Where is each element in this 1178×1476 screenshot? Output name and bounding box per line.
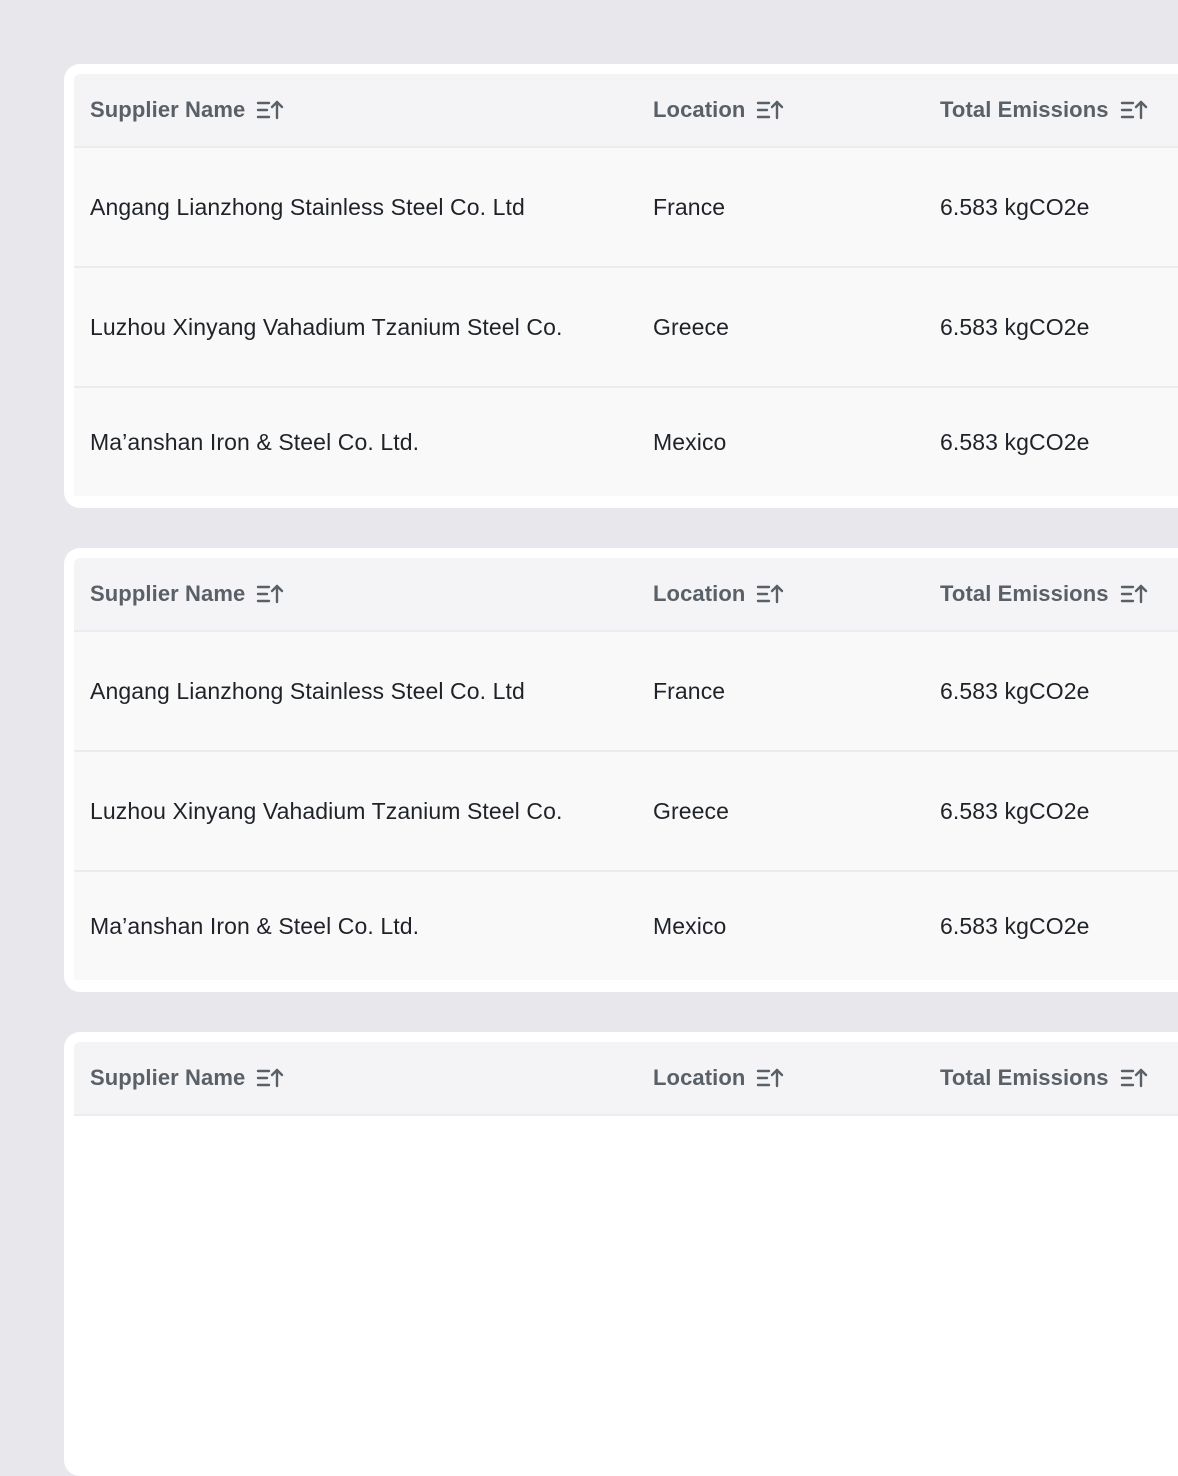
total-emissions-cell: 6.583 kgCO2e [940, 313, 1090, 340]
supplier-name-cell: Ma’anshan Iron & Steel Co. Ltd. [90, 428, 420, 455]
total-emissions-cell: 6.583 kgCO2e [940, 428, 1090, 455]
column-header-location[interactable]: Location [653, 74, 784, 146]
sort-ascending-icon[interactable] [756, 1067, 784, 1089]
total-emissions-cell: 6.583 kgCO2e [940, 193, 1090, 220]
column-header-total-emissions[interactable]: Total Emissions [940, 1042, 1148, 1114]
supplier-table-card-2: Supplier Name Location Total Emissions A… [64, 548, 1178, 992]
supplier-name-cell: Angang Lianzhong Stainless Steel Co. Ltd [90, 193, 525, 220]
column-header-label: Total Emissions [940, 97, 1109, 122]
supplier-table: Supplier Name Location Total Emissions A… [74, 558, 1178, 980]
table-row[interactable]: Ma’anshan Iron & Steel Co. Ltd. Mexico 6… [74, 388, 1178, 496]
location-cell: Mexico [653, 428, 727, 455]
table-row[interactable]: Angang Lianzhong Stainless Steel Co. Ltd… [74, 148, 1178, 268]
sort-ascending-icon[interactable] [1120, 99, 1148, 121]
supplier-name-cell: Ma’anshan Iron & Steel Co. Ltd. [90, 912, 420, 939]
total-emissions-cell: 6.583 kgCO2e [940, 797, 1090, 824]
table-row[interactable]: Angang Lianzhong Stainless Steel Co. Ltd… [74, 632, 1178, 752]
supplier-name-cell: Luzhou Xinyang Vahadium Tzanium Steel Co… [90, 797, 563, 824]
location-cell: Greece [653, 797, 730, 824]
sort-ascending-icon[interactable] [756, 583, 784, 605]
column-header-total-emissions[interactable]: Total Emissions [940, 558, 1148, 630]
supplier-table: Supplier Name Location Total Emissions [74, 1042, 1178, 1116]
column-header-label: Total Emissions [940, 1065, 1109, 1090]
sort-ascending-icon[interactable] [256, 583, 284, 605]
column-header-label: Supplier Name [90, 581, 246, 606]
sort-ascending-icon[interactable] [1120, 583, 1148, 605]
sort-ascending-icon[interactable] [256, 99, 284, 121]
location-cell: France [653, 677, 726, 704]
location-cell: France [653, 193, 726, 220]
column-header-label: Location [653, 1065, 746, 1090]
table-row[interactable]: Luzhou Xinyang Vahadium Tzanium Steel Co… [74, 752, 1178, 872]
column-header-label: Total Emissions [940, 581, 1109, 606]
column-header-label: Supplier Name [90, 97, 246, 122]
column-header-location[interactable]: Location [653, 558, 784, 630]
supplier-table-card-3: Supplier Name Location Total Emissions [64, 1032, 1178, 1476]
sort-ascending-icon[interactable] [756, 99, 784, 121]
supplier-table-card-1: Supplier Name Location Total Emissions A… [64, 64, 1178, 508]
column-header-location[interactable]: Location [653, 1042, 784, 1114]
column-header-label: Location [653, 97, 746, 122]
column-header-total-emissions[interactable]: Total Emissions [940, 74, 1148, 146]
column-header-supplier-name[interactable]: Supplier Name [90, 558, 284, 630]
column-header-label: Supplier Name [90, 1065, 246, 1090]
table-row[interactable]: Luzhou Xinyang Vahadium Tzanium Steel Co… [74, 268, 1178, 388]
location-cell: Greece [653, 313, 730, 340]
column-header-label: Location [653, 581, 746, 606]
total-emissions-cell: 6.583 kgCO2e [940, 677, 1090, 704]
table-header: Supplier Name Location Total Emissions [74, 558, 1178, 632]
supplier-name-cell: Luzhou Xinyang Vahadium Tzanium Steel Co… [90, 313, 563, 340]
table-header: Supplier Name Location Total Emissions [74, 1042, 1178, 1116]
location-cell: Mexico [653, 912, 727, 939]
column-header-supplier-name[interactable]: Supplier Name [90, 74, 284, 146]
table-header: Supplier Name Location Total Emissions [74, 74, 1178, 148]
sort-ascending-icon[interactable] [1120, 1067, 1148, 1089]
supplier-name-cell: Angang Lianzhong Stainless Steel Co. Ltd [90, 677, 525, 704]
table-row[interactable]: Ma’anshan Iron & Steel Co. Ltd. Mexico 6… [74, 872, 1178, 980]
total-emissions-cell: 6.583 kgCO2e [940, 912, 1090, 939]
sort-ascending-icon[interactable] [256, 1067, 284, 1089]
column-header-supplier-name[interactable]: Supplier Name [90, 1042, 284, 1114]
supplier-table: Supplier Name Location Total Emissions A… [74, 74, 1178, 496]
